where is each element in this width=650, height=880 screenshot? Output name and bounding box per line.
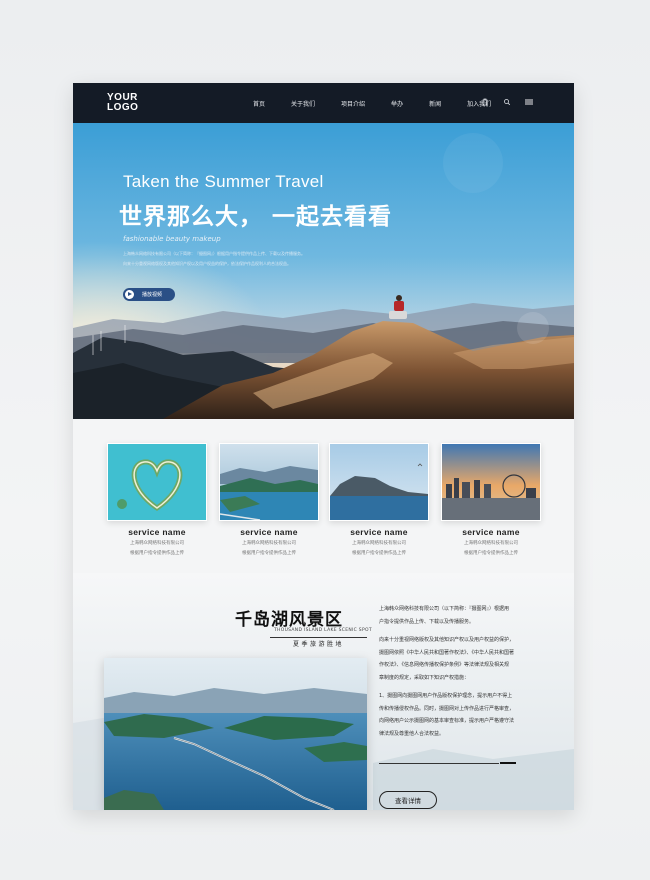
feature-subtitle: 夏季旅游胜地	[292, 641, 344, 648]
feature-lake-photo	[104, 658, 367, 810]
play-icon	[125, 290, 134, 299]
web-page-mockup: YOUR LOGO 首页 关于我们 项目介绍 举办 新闻 加入我们 Taken …	[73, 83, 574, 810]
service-card[interactable]: service name 上海韩众网络科技有限公司 根据用户指令提供作品上传	[441, 443, 541, 557]
hero-description: 上海韩众网络科技有限公司（以下简称：『摄图网』）根据用户指令提供作品上传、下载以…	[123, 251, 305, 266]
hero-subtitle: fashionable beauty makeup	[123, 235, 221, 243]
feature-title-en: THOUSAND ISLAND LAKE SCENIC SPOT	[274, 628, 372, 633]
feature-paragraph: 1、摄图网向摄图网用户作品版权保护理念，提示用户不得上 传和传播侵权作品。同时，…	[379, 693, 515, 737]
nav-item-events[interactable]: 举办	[391, 99, 403, 108]
logo[interactable]: YOUR LOGO	[107, 93, 138, 113]
service-card[interactable]: service name 上海韩众网络科技有限公司 根据用户指令提供作品上传	[107, 443, 207, 557]
feature-paragraph: 上海韩众网络科技有限公司（以下简称：『摄图网』）根据用 户指令提供作品上传、下载…	[379, 606, 510, 625]
service-image-heart-island	[107, 443, 207, 521]
hero-banner: Taken the Summer Travel 世界那么大， 一起去看看 fas…	[73, 123, 574, 419]
hero-mountain-image	[73, 123, 574, 419]
service-card[interactable]: service name 上海韩众网络科技有限公司 根据用户指令提供作品上传	[329, 443, 429, 557]
nav-item-about[interactable]: 关于我们	[291, 99, 315, 108]
nav-item-projects[interactable]: 项目介绍	[341, 99, 365, 108]
service-image-coast	[329, 443, 429, 521]
search-icon[interactable]	[502, 97, 512, 107]
nav-item-news[interactable]: 新闻	[429, 99, 441, 108]
nav-item-home[interactable]: 首页	[253, 99, 265, 108]
service-image-lake-hills	[219, 443, 319, 521]
nav-icons	[480, 97, 534, 107]
menu-icon[interactable]	[524, 97, 534, 107]
service-card[interactable]: service name 上海韩众网络科技有限公司 根据用户指令提供作品上传	[219, 443, 319, 557]
feature-divider-accent	[500, 762, 516, 764]
view-details-button[interactable]: 查看详情	[379, 791, 437, 809]
feature-title: 千岛湖风景区	[235, 610, 343, 630]
hero-title-cn: 世界那么大， 一起去看看	[119, 204, 393, 230]
bag-icon[interactable]	[480, 97, 490, 107]
hero-title-en: Taken the Summer Travel	[123, 172, 324, 191]
feature-subtitle-box: 夏季旅游胜地	[270, 637, 367, 649]
feature-paragraph: 向来十分重视网络版权及其他知识产权以及用户权益的保护， 摄图网依照《中华人民共和…	[379, 637, 515, 681]
nav-menu: 首页 关于我们 项目介绍 举办 新闻 加入我们	[253, 83, 491, 123]
play-video-button[interactable]: 播放视频	[123, 288, 175, 301]
feature-divider	[379, 763, 499, 764]
service-image-city-skyline	[441, 443, 541, 521]
feature-description: 上海韩众网络科技有限公司（以下简称：『摄图网』）根据用 户指令提供作品上传、下载…	[379, 603, 559, 746]
top-navigation: YOUR LOGO 首页 关于我们 项目介绍 举办 新闻 加入我们	[73, 83, 574, 123]
